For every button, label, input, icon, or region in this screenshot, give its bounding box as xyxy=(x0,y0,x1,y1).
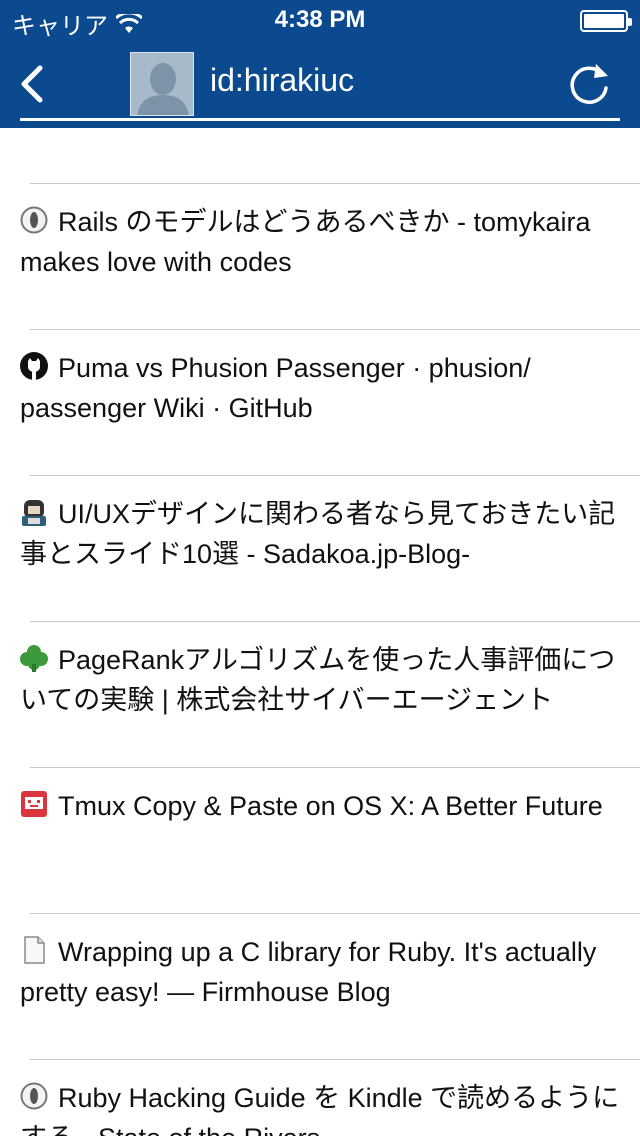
list-item[interactable]: Rails のモデルはどうあるべきか - tomykaira makes lov… xyxy=(20,202,620,282)
list-separator xyxy=(30,767,640,768)
refresh-icon xyxy=(570,64,608,104)
list-item[interactable]: PageRankアルゴリズムを使った人事評価についての実験 | 株式会社サイバー… xyxy=(20,640,620,720)
status-bar: キャリア 4:38 PM xyxy=(0,0,640,40)
pin-icon xyxy=(20,206,48,234)
list-separator xyxy=(30,329,640,330)
list-item-title: Rails のモデルはどうあるべきか - tomykaira makes lov… xyxy=(20,207,591,277)
list-separator xyxy=(30,183,640,184)
nav-bar: id:hirakiuc xyxy=(0,40,640,128)
github-icon xyxy=(20,352,48,380)
document-icon xyxy=(20,936,48,964)
back-button[interactable] xyxy=(14,62,54,106)
list-item-title: Tmux Copy & Paste on OS X: A Better Futu… xyxy=(58,791,603,821)
refresh-button[interactable] xyxy=(566,56,614,108)
list-separator xyxy=(30,621,640,622)
header: キャリア 4:38 PM id:hirakiuc xyxy=(0,0,640,128)
list-separator xyxy=(30,475,640,476)
list-item-title: Puma vs Phusion Passenger · phusion/ pas… xyxy=(20,353,531,423)
list-item[interactable]: Ruby Hacking Guide を Kindle で読めるようにする - … xyxy=(20,1078,620,1136)
chevron-left-icon xyxy=(21,65,43,103)
green-leaf-icon xyxy=(20,644,48,672)
list-item-title: Wrapping up a C library for Ruby. It's a… xyxy=(20,937,597,1007)
red-robot-icon xyxy=(20,790,48,818)
list-item-title: Ruby Hacking Guide を Kindle で読めるようにする - … xyxy=(20,1083,620,1136)
sadakoa-icon xyxy=(20,498,48,526)
list-separator xyxy=(30,913,640,914)
avatar[interactable] xyxy=(130,52,194,116)
list-item-title: PageRankアルゴリズムを使った人事評価についての実験 | 株式会社サイバー… xyxy=(20,645,616,715)
avatar-placeholder-icon xyxy=(131,53,193,115)
list-separator xyxy=(30,1059,640,1060)
battery-icon xyxy=(580,10,632,32)
list-item[interactable]: Puma vs Phusion Passenger · phusion/ pas… xyxy=(20,348,620,428)
bookmark-list: Rails のモデルはどうあるべきか - tomykaira makes lov… xyxy=(0,128,640,1136)
list-item[interactable]: Tmux Copy & Paste on OS X: A Better Futu… xyxy=(20,786,620,826)
list-item[interactable]: UI/UXデザインに関わる者なら見ておきたい記事とスライド10選 - Sadak… xyxy=(20,494,620,574)
nav-underline xyxy=(20,118,620,121)
clock: 4:38 PM xyxy=(274,6,366,33)
list-item-title: UI/UXデザインに関わる者なら見ておきたい記事とスライド10選 - Sadak… xyxy=(20,499,616,569)
pin-icon xyxy=(20,1082,48,1110)
page-title: id:hirakiuc xyxy=(210,62,355,98)
list-item[interactable]: Wrapping up a C library for Ruby. It's a… xyxy=(20,932,620,1012)
